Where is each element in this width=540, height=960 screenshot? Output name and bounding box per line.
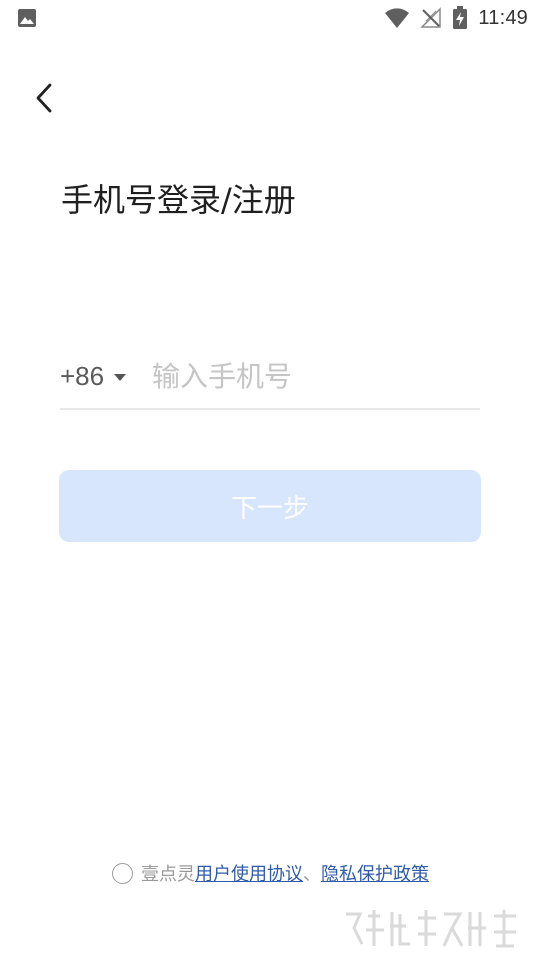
country-code-selector[interactable]: +86 <box>60 352 127 400</box>
battery-charging-icon <box>453 6 468 29</box>
phone-input-row: +86 <box>60 348 480 410</box>
image-icon <box>18 9 36 27</box>
page-title: 手机号登录/注册 <box>61 181 296 219</box>
agreement-row: 壹点灵 用户使用协议 、 隐私保护政策 <box>112 858 429 888</box>
back-chevron-icon <box>36 83 52 113</box>
phone-number-input[interactable] <box>152 352 472 400</box>
status-time: 11:49 <box>478 6 528 29</box>
next-button-label: 下一步 <box>230 493 309 524</box>
country-code-label: +86 <box>60 360 105 391</box>
privacy-policy-link[interactable]: 隐私保护政策 <box>321 860 429 886</box>
agreement-prefix: 壹点灵 <box>141 864 195 885</box>
agreement-separator: 、 <box>303 864 321 885</box>
next-button[interactable]: 下一步 <box>59 470 481 542</box>
status-bar: 11:49 <box>0 0 540 36</box>
user-agreement-link[interactable]: 用户使用协议 <box>195 860 303 886</box>
dropdown-caret-icon <box>114 373 127 381</box>
agreement-checkbox[interactable] <box>112 862 133 884</box>
wifi-icon <box>385 8 410 28</box>
status-icons: 11:49 <box>384 0 528 36</box>
watermark-logo <box>346 910 516 948</box>
no-signal-icon <box>420 7 442 28</box>
back-button[interactable] <box>22 76 66 120</box>
